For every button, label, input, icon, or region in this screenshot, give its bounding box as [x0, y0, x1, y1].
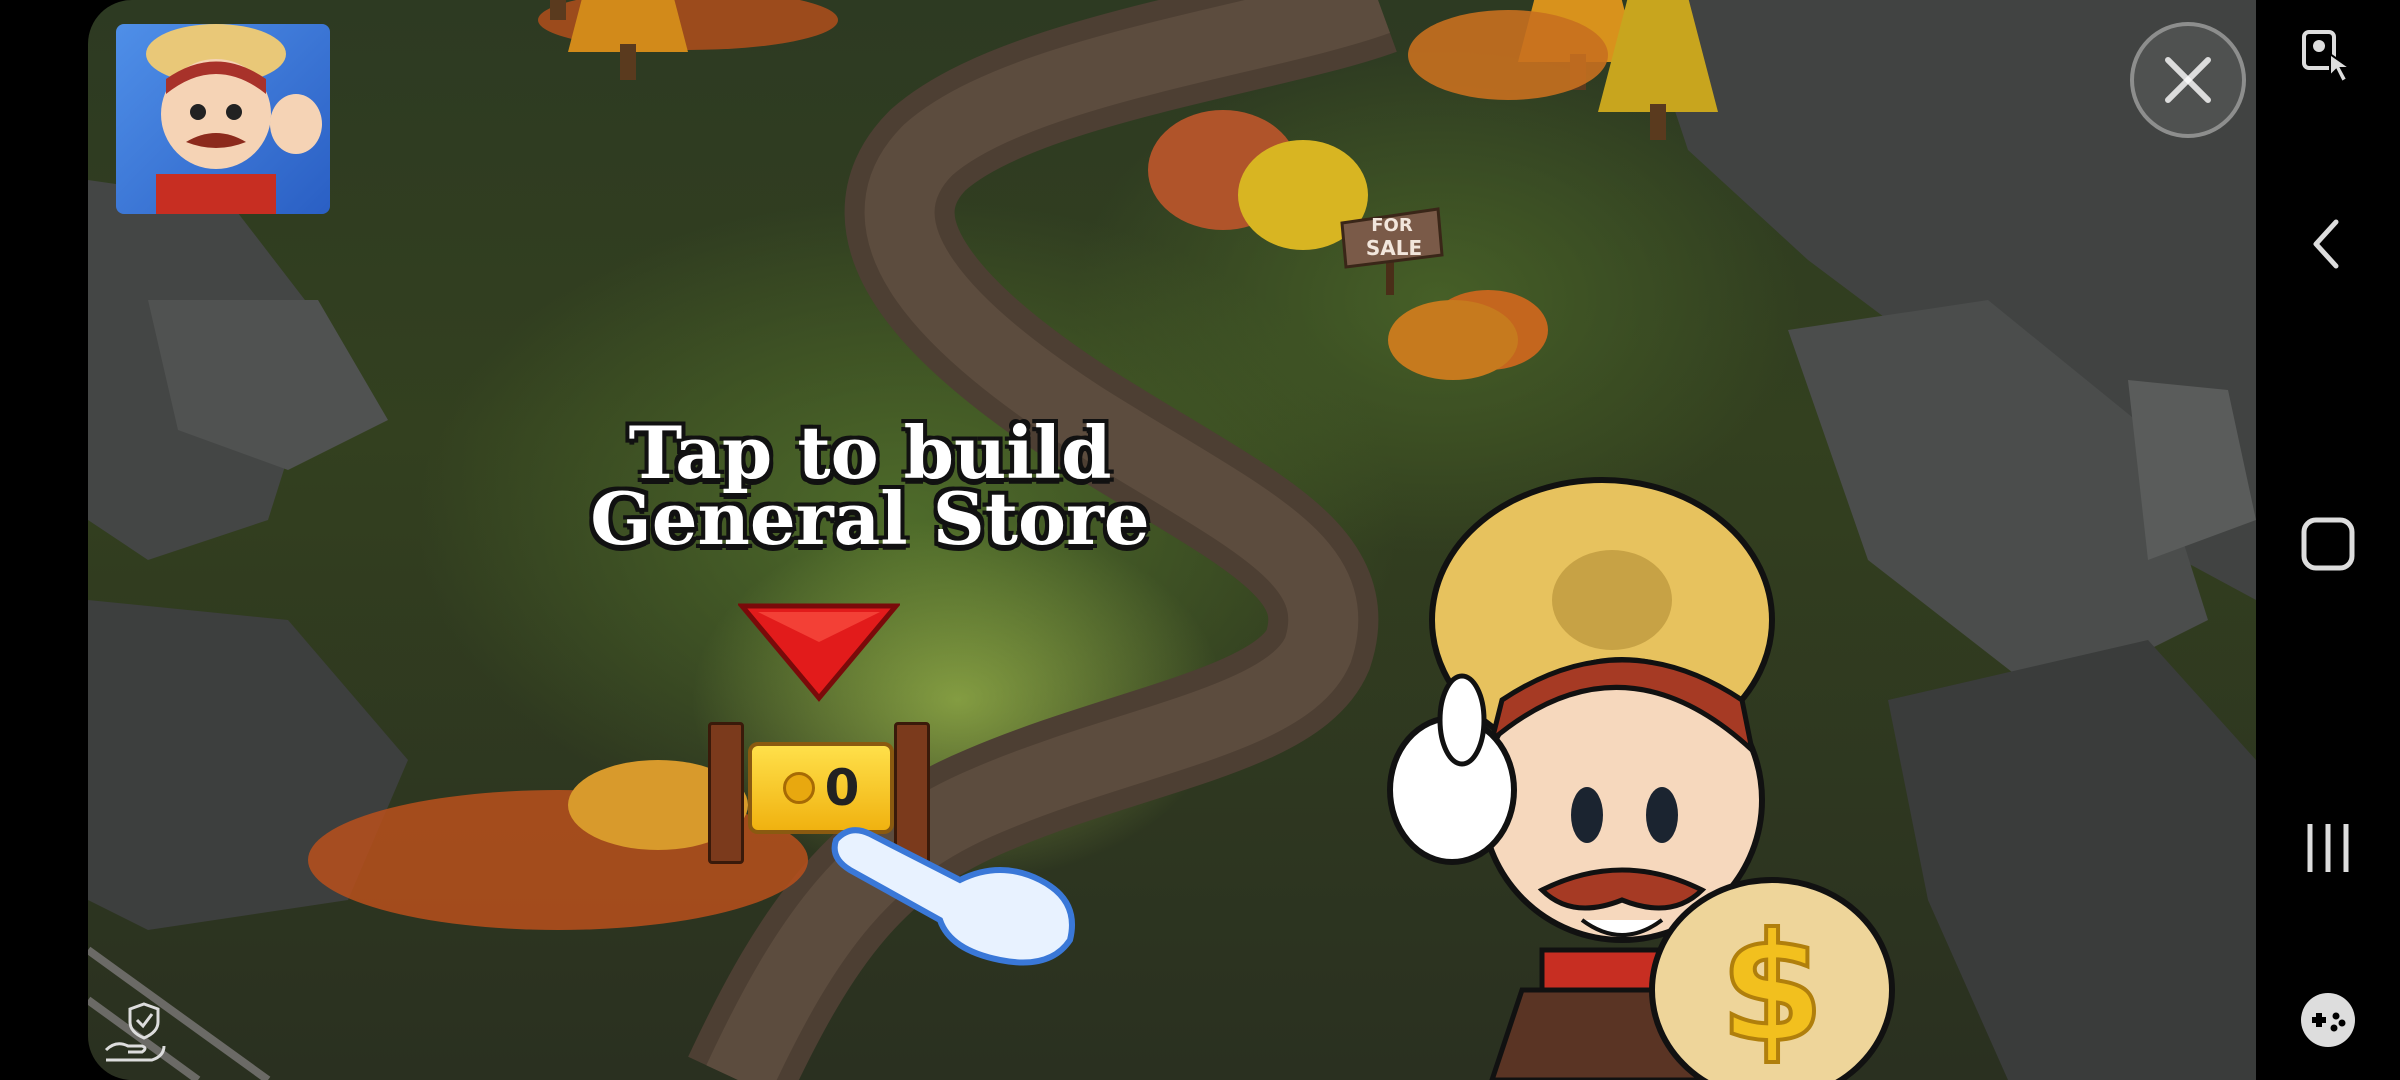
pointing-hand-icon — [831, 827, 1075, 966]
player-avatar[interactable] — [116, 24, 330, 214]
privacy-shield-hand-icon[interactable] — [102, 1000, 168, 1066]
down-arrow-icon — [738, 603, 900, 702]
mascot-character: $ — [1387, 477, 1895, 1080]
bush — [1388, 300, 1518, 380]
close-button[interactable] — [2130, 22, 2246, 138]
close-icon — [2165, 57, 2211, 103]
autumn-tree — [1408, 10, 1608, 100]
player-avatar-icon — [146, 24, 322, 214]
for-sale-sign: FOR SALE — [1340, 207, 1444, 295]
system-navigation-bar — [2256, 0, 2400, 1080]
sign-post-left — [708, 722, 744, 864]
game-tools-button[interactable] — [2298, 990, 2358, 1050]
prompt-line-2: General Store — [590, 476, 1150, 561]
screenshot-pointer-icon — [2302, 30, 2354, 84]
svg-text:$: $ — [1720, 902, 1824, 1076]
game-tools-icon — [2301, 993, 2355, 1047]
back-icon — [2313, 219, 2339, 269]
sign-text-for: FOR — [1371, 215, 1413, 236]
build-prompt: Tap to build General Store — [560, 417, 1180, 561]
sign-text-sale: SALE — [1366, 236, 1422, 260]
recents-icon — [2307, 824, 2349, 872]
back-button[interactable] — [2298, 214, 2358, 274]
home-icon — [2301, 517, 2355, 571]
home-button[interactable] — [2298, 514, 2358, 574]
recents-button[interactable] — [2298, 818, 2358, 878]
coin-icon — [782, 772, 815, 804]
build-cost-value: 0 — [824, 759, 860, 817]
screenshot-pointer-button[interactable] — [2298, 26, 2358, 86]
